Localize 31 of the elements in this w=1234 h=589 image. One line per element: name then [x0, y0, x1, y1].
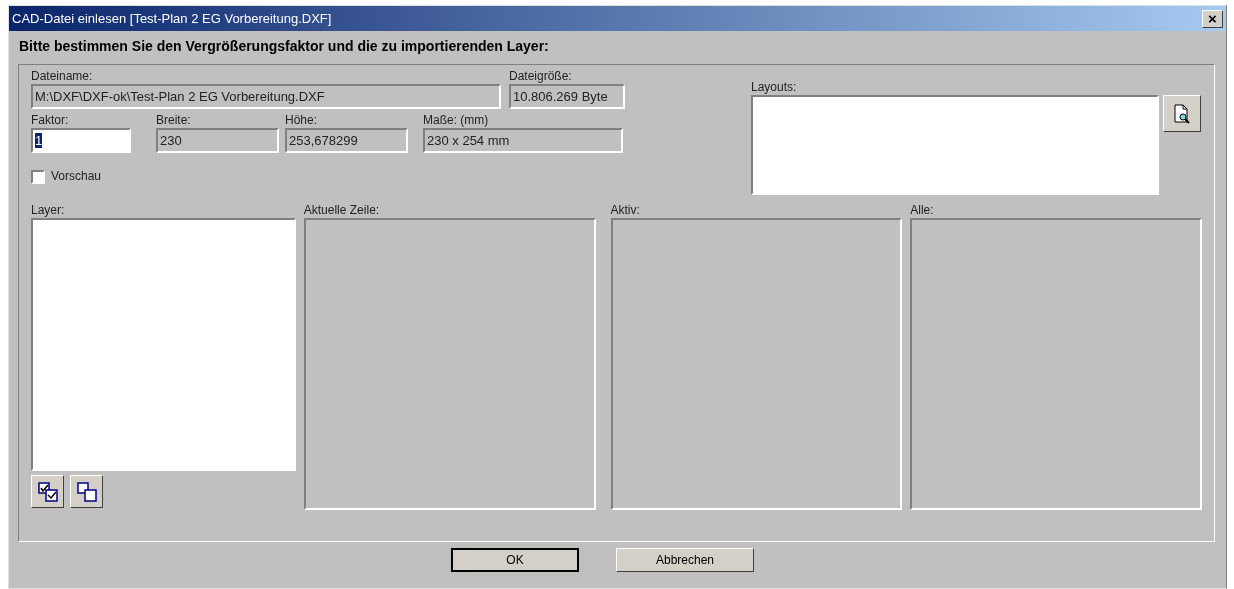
field-label: Höhe:: [285, 113, 319, 128]
checkbox[interactable]: [31, 169, 45, 184]
ok-button[interactable]: OK: [451, 548, 579, 572]
window-title: CAD-Datei einlesen [Test-Plan 2 EG Vorbereitung.DXF]: [12, 9, 332, 28]
list-label: Aktuelle Zeile:: [303, 203, 381, 218]
deselect-all-button[interactable]: [70, 475, 103, 508]
readonly-field: 10.806.269 Byte: [509, 84, 625, 109]
preview-button[interactable]: [1163, 95, 1201, 132]
list-label: Alle:: [910, 203, 935, 218]
empty-boxes-icon: [75, 480, 98, 503]
readonly-field: 253,678299: [285, 128, 408, 153]
field-label: Maße: (mm): [423, 113, 490, 128]
field-label: Dateiname:: [31, 69, 94, 84]
field-label: Breite:: [156, 113, 192, 128]
page-magnifier-icon: [1173, 103, 1191, 124]
field-label: Layouts:: [751, 80, 798, 95]
select-all-button[interactable]: [31, 475, 64, 508]
checked-boxes-icon: [36, 480, 59, 503]
layouts-list[interactable]: [751, 95, 1159, 195]
list-label: Layer:: [31, 203, 66, 218]
input-field[interactable]: 1: [31, 128, 131, 153]
readonly-field: 230: [156, 128, 279, 153]
checkbox-label: Vorschau: [51, 169, 102, 184]
field-label: Faktor:: [31, 113, 70, 128]
field-label: Dateigröße:: [509, 69, 573, 84]
list-label: Aktiv:: [610, 203, 641, 218]
readonly-field: M:\DXF\DXF-ok\Test-Plan 2 EG Vorbereitung.DXF: [31, 84, 501, 109]
readonly-field: 230 x 254 mm: [423, 128, 623, 153]
close-button[interactable]: ×: [1202, 9, 1223, 28]
cancel-button[interactable]: Abbrechen: [616, 548, 754, 572]
instruction-heading: Bitte bestimmen Sie den Vergrößerungsfaktor und die zu importierenden Layer:: [18, 37, 550, 56]
